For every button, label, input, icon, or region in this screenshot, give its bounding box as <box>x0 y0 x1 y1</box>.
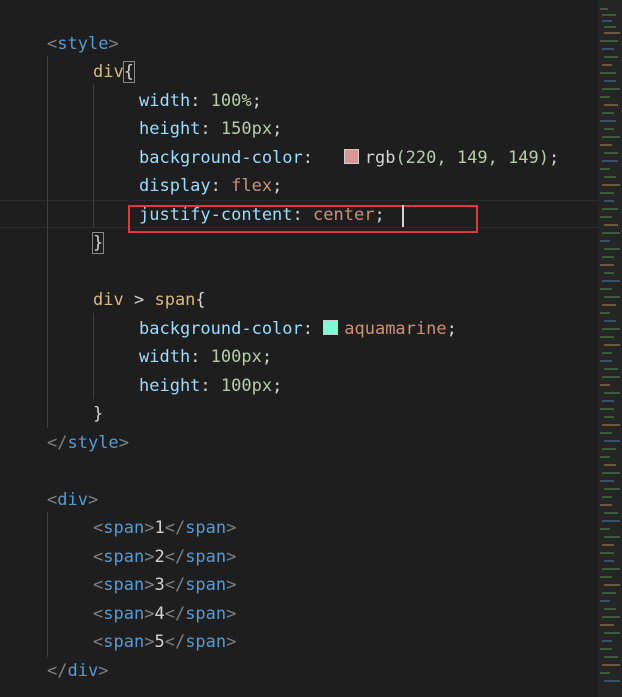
tag-div-open: div <box>57 490 88 510</box>
code-line-8: } <box>91 232 105 254</box>
color-swatch-icon[interactable] <box>343 148 359 164</box>
code-editor[interactable]: <style> div{ width: 100%; height: 150px;… <box>0 0 598 697</box>
span-text-3: 3 <box>154 575 165 595</box>
code-line-4: height: 150px; <box>139 119 283 139</box>
code-line-15: </style> <box>47 433 129 453</box>
val-rgb-fn: rgb <box>364 148 396 168</box>
code-line-1: <style> <box>47 34 119 54</box>
indent-guide <box>47 56 48 428</box>
code-line-10: div > span{ <box>93 290 206 310</box>
code-line-19: <span>2</span> <box>93 547 237 567</box>
code-line-11: background-color: aquamarine; <box>139 319 457 339</box>
val-display: flex <box>231 176 273 196</box>
code-line-12: width: 100px; <box>139 347 273 367</box>
code-line-22: <span>5</span> <box>93 632 237 652</box>
prop-span-width: width <box>139 347 191 367</box>
code-line-23: </div> <box>47 661 109 681</box>
val-span-width: 100px <box>210 347 262 367</box>
code-line-13: height: 100px; <box>139 376 283 396</box>
code-line-17: <div> <box>47 490 99 510</box>
prop-span-height: height <box>139 376 201 396</box>
code-line-20: <span>3</span> <box>93 575 237 595</box>
tag-div-close: div <box>67 661 99 681</box>
annotation-highlight-box <box>128 205 478 233</box>
indent-guide <box>47 512 48 657</box>
prop-display: display <box>139 176 211 196</box>
selector-span: span <box>154 290 196 310</box>
tag-style-open: style <box>57 34 109 54</box>
val-height: 150px <box>220 119 273 139</box>
text-caret <box>402 205 404 227</box>
code-line-5: background-color: rgb(220, 149, 149); <box>139 148 560 168</box>
indent-guide <box>93 85 94 228</box>
val-width: 100% <box>210 91 252 111</box>
span-text-5: 5 <box>154 632 165 652</box>
prop-background-color: background-color <box>139 148 303 168</box>
val-span-height: 100px <box>220 376 273 396</box>
code-line-2: div{ <box>93 61 135 83</box>
code-line-6: display: flex; <box>139 176 283 196</box>
selector-div: div <box>93 62 124 82</box>
val-span-background-color: aquamarine <box>344 319 447 339</box>
prop-width: width <box>139 91 191 111</box>
span-text-1: 1 <box>154 518 165 538</box>
code-line-21: <span>4</span> <box>93 604 237 624</box>
selector-child-combinator: > <box>133 290 145 310</box>
prop-span-background-color: background-color <box>139 319 303 339</box>
prop-height: height <box>139 119 201 139</box>
span-text-2: 2 <box>154 547 165 567</box>
tag-style-close: style <box>67 433 119 453</box>
selector-div-2: div <box>93 290 124 310</box>
minimap[interactable] <box>598 0 622 697</box>
val-rgb-args: (220, 149, 149) <box>395 148 549 168</box>
code-line-18: <span>1</span> <box>93 518 237 538</box>
span-text-4: 4 <box>154 604 165 624</box>
indent-guide <box>93 313 94 399</box>
code-line-3: width: 100%; <box>139 91 262 111</box>
color-swatch-icon[interactable] <box>323 319 339 335</box>
code-line-14: } <box>93 404 104 424</box>
